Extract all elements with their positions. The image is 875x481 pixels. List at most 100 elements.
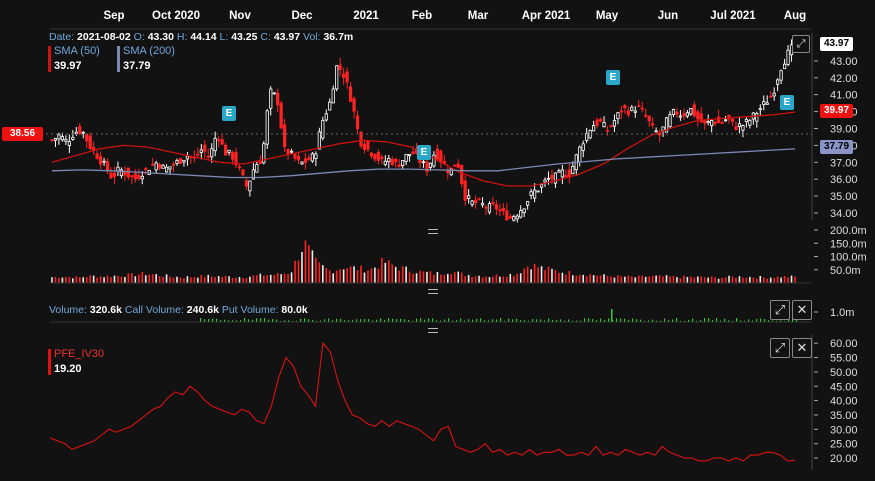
x-axis-label: Mar	[468, 10, 489, 22]
candle-body	[769, 95, 773, 98]
earnings-marker[interactable]: E	[222, 106, 236, 121]
volume-bar	[322, 265, 324, 283]
candle-body	[616, 112, 620, 120]
volume-bar	[440, 274, 442, 283]
pane-resize-handle[interactable]	[428, 289, 438, 294]
expand-icon[interactable]: ⤢	[770, 338, 790, 358]
call-volume-bar	[584, 318, 586, 322]
candle-body	[564, 174, 568, 178]
candle-body	[67, 141, 71, 146]
candle-body	[605, 129, 610, 132]
candle-body	[730, 118, 735, 122]
candle-body	[494, 204, 499, 210]
volume-bar	[523, 268, 525, 283]
candle-body	[744, 118, 748, 122]
volume-bar	[571, 275, 574, 283]
volume-bar	[75, 276, 78, 283]
volume-bar	[773, 278, 775, 283]
volume-bar	[464, 276, 466, 283]
volume-bar	[165, 274, 168, 283]
volume-axis-label: 50.0m	[830, 265, 861, 277]
candle-body	[571, 166, 575, 175]
candle-body	[401, 160, 405, 167]
candle-body	[196, 153, 200, 156]
candle-body	[248, 180, 252, 192]
call-volume-bar	[611, 309, 613, 322]
volume-bar	[120, 276, 123, 283]
earnings-marker[interactable]: E	[417, 145, 431, 160]
volume-bar	[287, 274, 289, 283]
close-icon[interactable]: ✕	[792, 300, 812, 320]
volume-bar	[346, 268, 348, 283]
candle-body	[227, 149, 231, 153]
volume-bar	[297, 260, 300, 283]
x-axis-label: Jul 2021	[710, 10, 756, 22]
volume-bar	[318, 262, 321, 283]
chart-canvas[interactable]: Sep Oct 2020 Nov Dec 2021 Feb Mar Apr 2021 May Ju…	[0, 0, 875, 481]
volume-bar	[186, 276, 189, 283]
close-icon[interactable]: ✕	[792, 338, 812, 358]
chart-stage[interactable]: Sep Oct 2020 Nov Dec 2021 Feb Mar Apr 2021 May Ju…	[0, 0, 875, 481]
volume-bar	[339, 269, 341, 283]
volume-bar	[582, 274, 585, 283]
volume-bar	[655, 275, 657, 283]
volume-bar	[148, 274, 151, 283]
candle-body	[741, 125, 745, 131]
high-value: 44.14	[190, 31, 217, 43]
volume-bar	[224, 275, 227, 283]
expand-icon[interactable]: ⤢	[770, 300, 790, 320]
options-volume-label: Volume:	[49, 304, 87, 316]
candle-body	[362, 143, 367, 150]
candle-body	[213, 137, 217, 152]
volume-bar	[658, 275, 661, 283]
candle-body	[53, 138, 58, 141]
volume-bar	[190, 277, 192, 283]
volume-bar	[266, 275, 269, 283]
candle-body	[85, 133, 89, 142]
pane-resize-handle[interactable]	[428, 229, 438, 234]
candle-body	[723, 119, 728, 122]
earnings-marker[interactable]: E	[780, 95, 794, 110]
sma200-badge: 37.79	[820, 140, 854, 154]
pane-resize-handle[interactable]	[428, 328, 438, 333]
volume-bar	[443, 274, 446, 283]
volume-bar	[762, 277, 765, 283]
volume-bar	[506, 276, 508, 283]
candle-body	[609, 125, 613, 128]
iv-axis-label: 55.00	[830, 353, 858, 365]
expand-icon[interactable]: ⤢	[792, 35, 810, 53]
call-volume-bar	[388, 318, 390, 322]
options-legend: Volume: 320.6k Call Volume: 240.6k Put V…	[49, 304, 308, 316]
candle-body	[338, 64, 342, 70]
x-axis-label: Dec	[291, 10, 313, 22]
volume-bar	[460, 272, 463, 283]
volume-bar	[429, 271, 432, 283]
volume-bar	[342, 269, 345, 283]
candle-body	[175, 160, 179, 164]
candle-body	[484, 206, 488, 209]
volume-bar	[169, 276, 171, 283]
volume-bar	[141, 271, 144, 283]
candle-body	[529, 191, 533, 196]
candle-body	[421, 161, 426, 164]
volume-bar	[676, 277, 678, 283]
candle-body	[182, 159, 186, 163]
volume-bar	[82, 277, 85, 283]
candle-body	[435, 148, 439, 161]
candle-body	[644, 114, 648, 117]
volume-bar	[662, 276, 664, 283]
call-volume-value: 240.6k	[186, 304, 219, 316]
volume-bar	[280, 274, 282, 283]
earnings-marker[interactable]: E	[606, 70, 620, 85]
candle-body	[522, 208, 526, 214]
volume-bar	[394, 266, 397, 283]
iv-axis-label: 45.00	[830, 381, 858, 393]
x-axis-label: Sep	[103, 10, 124, 22]
call-volume-bar	[432, 318, 434, 322]
volume-bar	[363, 272, 366, 283]
candle-body	[640, 107, 644, 110]
put-volume-value: 80.0k	[281, 304, 308, 316]
volume-bar	[214, 277, 216, 283]
candle-body	[126, 167, 130, 178]
candle-body	[210, 148, 214, 158]
